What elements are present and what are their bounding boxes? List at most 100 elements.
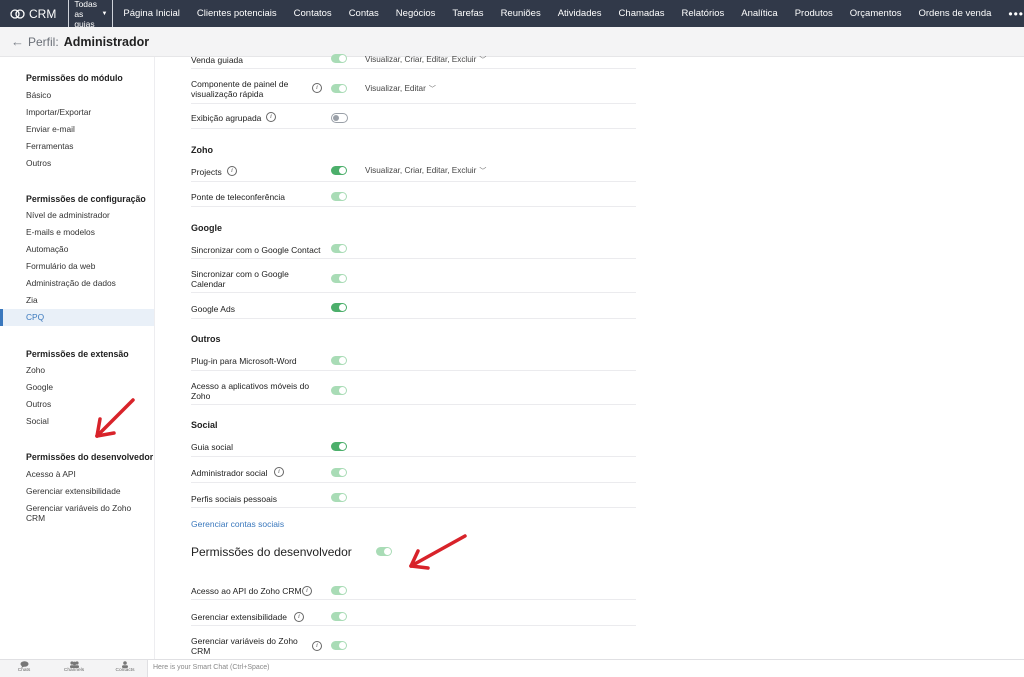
toggle-manage-variables[interactable]	[331, 641, 347, 650]
sidebar-item-import-export[interactable]: Importar/Exportar	[26, 107, 91, 117]
sidebar-item-web-form[interactable]: Formulário da web	[26, 261, 95, 271]
toggle-guided-selling[interactable]	[331, 54, 347, 63]
sidebar-item-manage-extensibility[interactable]: Gerenciar extensibilidade	[26, 486, 121, 496]
page-title: Administrador	[63, 34, 150, 49]
tab-contacts[interactable]: Contatos	[294, 8, 332, 19]
row-divider	[191, 625, 636, 626]
toggle-projects[interactable]	[331, 166, 347, 175]
toggle-google-contact[interactable]	[331, 244, 347, 253]
contact-person-icon	[122, 661, 128, 668]
smart-chat-placeholder: Here is your Smart Chat (Ctrl+Space)	[153, 664, 270, 671]
row-divider	[191, 482, 636, 483]
row-label-social-tab: Guia social	[191, 442, 234, 452]
toggle-api-access[interactable]	[331, 586, 347, 595]
tab-accounts[interactable]: Contas	[349, 8, 379, 19]
info-icon[interactable]: i	[312, 83, 322, 93]
smart-chat-input[interactable]: Here is your Smart Chat (Ctrl+Space)	[147, 660, 1024, 677]
channels-group-icon	[69, 661, 79, 668]
chats-button[interactable]: Chats	[4, 661, 44, 674]
row-label-teleconference: Ponte de teleconferência	[191, 192, 286, 202]
row-label-guided-selling: Venda guiada	[191, 55, 243, 65]
row-divider	[191, 370, 636, 371]
section-heading-google: Google	[191, 223, 222, 233]
module-tabs: Página Inicial Clientes potenciais Conta…	[123, 8, 1008, 19]
channels-button[interactable]: Channels	[54, 661, 94, 674]
crm-logo[interactable]: CRM	[10, 7, 56, 21]
toggle-teleconference[interactable]	[331, 192, 347, 201]
chevron-down-icon: ﹀	[479, 168, 487, 175]
row-divider	[191, 128, 636, 129]
perm-value: Visualizar, Criar, Editar, Excluir	[365, 166, 477, 175]
info-icon[interactable]: i	[302, 586, 312, 596]
sidebar-item-cpq-label: CPQ	[26, 312, 45, 322]
row-label-google-calendar: Sincronizar com o Google Calendar	[191, 269, 289, 289]
contacts-label: Contacts	[115, 668, 135, 673]
toggle-word-plugin[interactable]	[331, 356, 347, 365]
sidebar-item-others[interactable]: Outros	[26, 158, 51, 168]
sidebar-item-zia[interactable]: Zia	[26, 295, 38, 305]
module-permissions-heading: Permissões do módulo	[26, 73, 123, 83]
tab-tasks[interactable]: Tarefas	[452, 8, 483, 19]
sidebar-item-api-access[interactable]: Acesso à API	[26, 469, 76, 479]
chevron-down-icon: ﹀	[479, 57, 487, 64]
row-label-mobile-apps: Acesso a aplicativos móveis do Zoho	[191, 381, 310, 401]
extension-permissions-heading: Permissões de extensão	[26, 349, 129, 359]
toggle-mobile-apps[interactable]	[331, 386, 347, 395]
toggle-google-ads[interactable]	[331, 303, 347, 312]
sidebar-item-automation[interactable]: Automação	[26, 244, 68, 254]
back-arrow-icon[interactable]: ←	[11, 34, 24, 49]
tab-leads[interactable]: Clientes potenciais	[197, 8, 277, 19]
tab-deals[interactable]: Negócios	[396, 8, 436, 19]
sidebar-item-send-email[interactable]: Enviar e-mail	[26, 124, 75, 134]
perm-dropdown-projects[interactable]: Visualizar, Criar, Editar, Excluir ﹀	[365, 166, 486, 176]
sidebar-item-google[interactable]: Google	[26, 382, 53, 392]
page-header: ← Perfil: Administrador	[0, 27, 1024, 57]
tab-calls[interactable]: Chamadas	[619, 8, 665, 19]
info-icon[interactable]: i	[312, 641, 322, 651]
sidebar-item-tools[interactable]: Ferramentas	[26, 141, 73, 151]
row-divider	[191, 181, 636, 182]
toggle-social-admin[interactable]	[331, 468, 347, 477]
chat-bubble-icon	[20, 661, 28, 668]
row-divider	[191, 507, 636, 508]
manage-social-accounts-link[interactable]: Gerenciar contas sociais	[191, 519, 284, 529]
row-label-quick-view-panel: Componente de painel de visualização ráp…	[191, 79, 289, 99]
tab-meetings[interactable]: Reuniões	[501, 8, 541, 19]
toggle-quick-view-panel[interactable]	[331, 84, 347, 93]
sidebar-item-admin-level[interactable]: Nível de administrador	[26, 210, 110, 220]
permissions-sidebar: Permissões do módulo Básico Importar/Exp…	[0, 57, 155, 659]
tab-activities[interactable]: Atividades	[558, 8, 602, 19]
sidebar-item-zoho[interactable]: Zoho	[26, 365, 45, 375]
info-icon[interactable]: i	[266, 112, 276, 122]
row-label-social-admin: Administrador social	[191, 468, 268, 478]
toggle-manage-extensibility[interactable]	[331, 612, 347, 621]
row-label-manage-variables: Gerenciar variáveis do Zoho CRM	[191, 636, 298, 656]
toggle-google-calendar[interactable]	[331, 274, 347, 283]
developer-permissions-heading: Permissões do desenvolvedor	[26, 452, 154, 462]
toggle-personal-social[interactable]	[331, 493, 347, 502]
tab-analytics[interactable]: Analítica	[741, 8, 777, 19]
info-icon[interactable]: i	[294, 612, 304, 622]
sidebar-item-emails-templates[interactable]: E-mails e modelos	[26, 227, 95, 237]
tab-sales-orders[interactable]: Ordens de venda	[919, 8, 992, 19]
contacts-button[interactable]: Contacts	[105, 661, 145, 674]
sidebar-item-ext-others[interactable]: Outros	[26, 399, 51, 409]
more-tabs-icon[interactable]: •••	[1008, 7, 1024, 21]
sidebar-item-basic[interactable]: Básico	[26, 90, 51, 100]
toggle-developer-permissions[interactable]	[376, 547, 392, 556]
active-indicator	[0, 309, 3, 326]
sidebar-item-data-admin[interactable]: Administração de dados	[26, 278, 116, 288]
sidebar-item-manage-variables[interactable]: Gerenciar variáveis do Zoho CRM	[26, 503, 136, 523]
toggle-grouped-view[interactable]	[331, 113, 348, 123]
sidebar-item-social[interactable]: Social	[26, 416, 49, 426]
perm-dropdown-guided-selling[interactable]: Visualizar, Criar, Editar, Excluir ﹀	[365, 55, 486, 65]
tab-products[interactable]: Produtos	[795, 8, 833, 19]
perm-dropdown-quick-view-panel[interactable]: Visualizar, Editar ﹀	[365, 84, 436, 94]
sidebar-item-cpq[interactable]: CPQ	[0, 309, 154, 326]
tab-reports[interactable]: Relatórios	[682, 8, 725, 19]
info-icon[interactable]: i	[274, 467, 284, 477]
tab-quotes[interactable]: Orçamentos	[850, 8, 902, 19]
toggle-social-tab[interactable]	[331, 442, 347, 451]
tab-home[interactable]: Página Inicial	[123, 8, 180, 19]
info-icon[interactable]: i	[227, 166, 237, 176]
